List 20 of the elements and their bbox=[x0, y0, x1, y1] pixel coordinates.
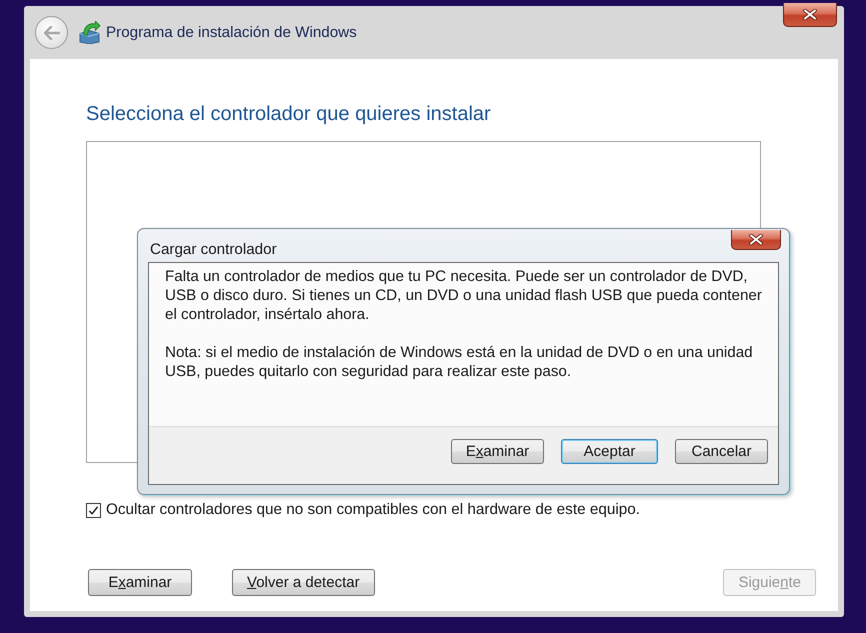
dialog-button[interactable]: Cancelar bbox=[675, 439, 768, 464]
dialog-title: Cargar controlador bbox=[150, 241, 277, 260]
back-button[interactable] bbox=[35, 16, 68, 49]
page-heading: Selecciona el controlador que quieres instalar bbox=[86, 102, 491, 126]
footer-button[interactable]: Examinar bbox=[88, 569, 192, 596]
checkmark-icon bbox=[88, 504, 99, 516]
dialog-button[interactable]: Examinar bbox=[451, 439, 544, 464]
box-with-arrow-icon bbox=[78, 21, 101, 44]
dialog-close-button[interactable] bbox=[731, 230, 781, 250]
close-icon bbox=[803, 9, 817, 20]
close-icon bbox=[749, 234, 763, 245]
dialog-button[interactable]: Aceptar bbox=[561, 439, 658, 464]
checkbox[interactable] bbox=[86, 502, 101, 518]
message-text: Falta un controlador de medios que tu PC necesita. Puede ser un controlador de DVD, USB o disco duro. Si tienes un CD, un DVD o una unidad flash USB que pueda contener el controlador, insértalo ahora. bbox=[165, 267, 763, 324]
footer-button[interactable]: Volver a detectar bbox=[232, 569, 375, 596]
checkbox-label[interactable]: Ocultar controladores que no son compatibles con el hardware de este equipo. bbox=[106, 501, 640, 519]
message-text: Nota: si el medio de instalación de Windows está en la unidad de DVD o en una unidad USB, puedes quitarlo con seguridad para realizar este paso. bbox=[165, 343, 754, 381]
window-title: Programa de instalación de Windows bbox=[106, 24, 357, 41]
close-button[interactable] bbox=[783, 3, 837, 27]
left-arrow-icon bbox=[44, 26, 60, 40]
